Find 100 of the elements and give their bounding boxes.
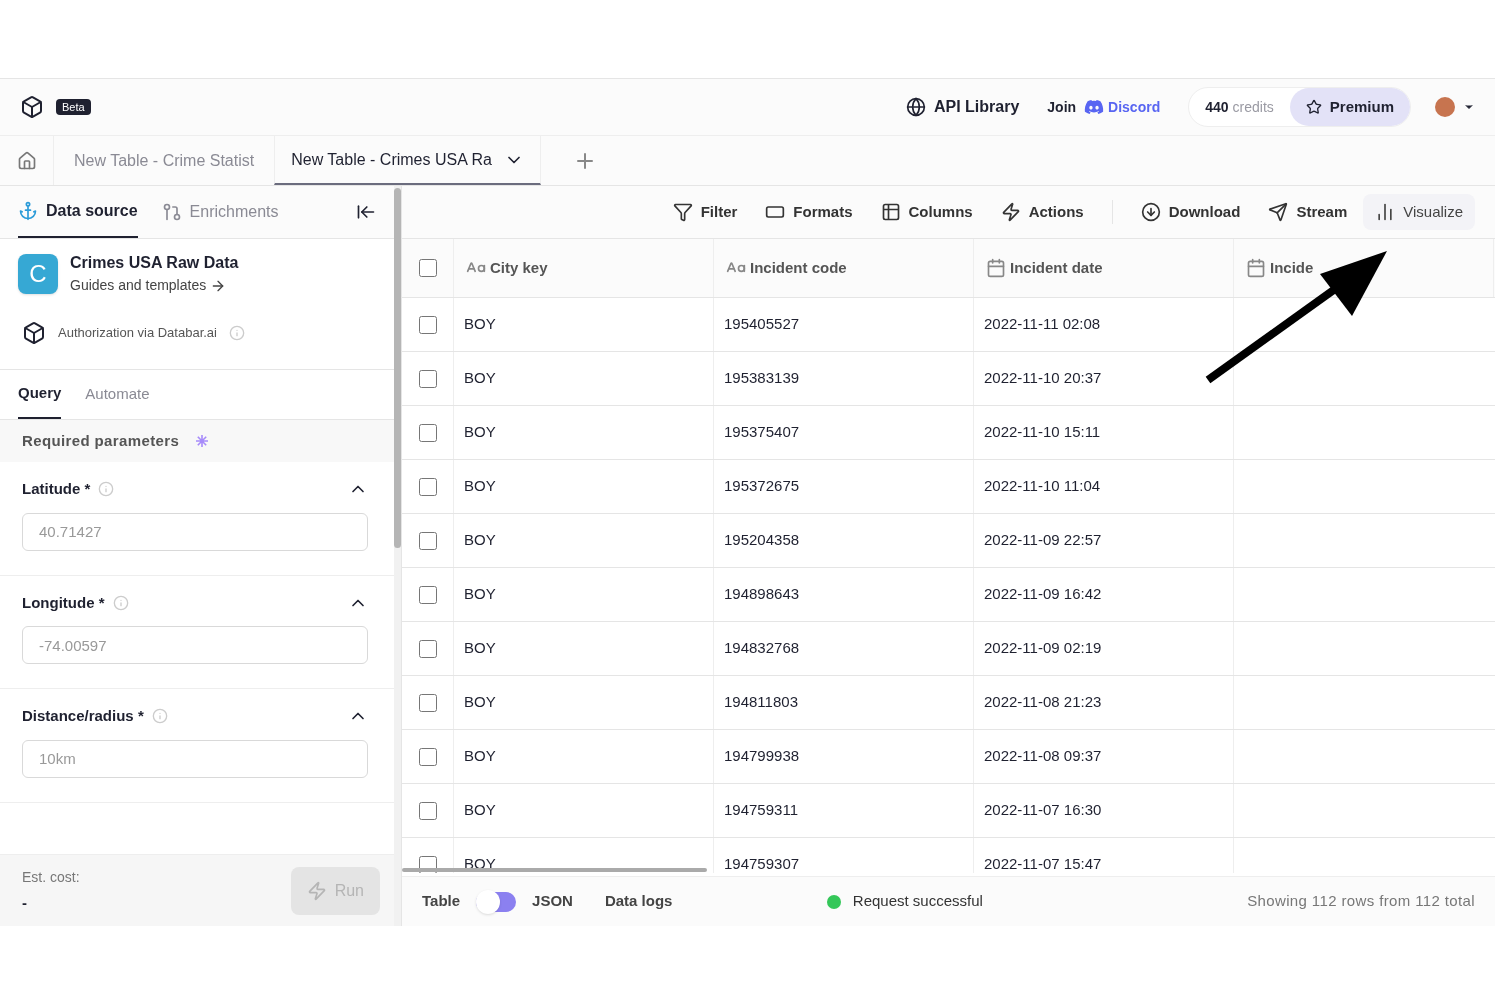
branch-icon	[161, 202, 182, 222]
data-logs-link[interactable]: Data logs	[604, 890, 673, 913]
table-cell: 194898643	[714, 568, 974, 621]
join-label: Join	[1047, 97, 1077, 117]
star-icon	[1305, 99, 1322, 115]
premium-button[interactable]: Premium	[1289, 88, 1410, 126]
asterisk-icon	[195, 434, 210, 448]
column-header[interactable]: City key	[454, 239, 714, 297]
table-cell: 2022-11-09 22:57	[974, 514, 1234, 567]
row-checkbox[interactable]	[418, 801, 437, 820]
column-header[interactable]: Incident date	[974, 239, 1234, 297]
panel-tab[interactable]: Data source	[18, 186, 138, 238]
toolbar-button[interactable]: Filter	[660, 194, 750, 230]
toolbar-button[interactable]: Actions	[988, 194, 1096, 230]
discord-icon	[1084, 97, 1105, 117]
row-checkbox[interactable]	[418, 693, 437, 712]
table-cell: 195405527	[714, 298, 974, 351]
send-icon	[1268, 202, 1289, 222]
columns-icon	[880, 202, 901, 222]
status-text: Request successful	[852, 891, 984, 912]
toolbar-button[interactable]: Visualize	[1363, 194, 1475, 230]
toolbar-button[interactable]: Columns	[868, 194, 985, 230]
calendar-icon	[1246, 258, 1266, 278]
table-cell: 2022-11-10 15:11	[974, 406, 1234, 459]
horizontal-scrollbar[interactable]	[402, 868, 707, 872]
guides-link[interactable]: Guides and templates	[70, 275, 239, 296]
query-tab[interactable]: Automate	[85, 370, 150, 419]
table-cell: BOY	[454, 784, 714, 837]
row-checkbox[interactable]	[418, 639, 437, 658]
table-cell: BOY	[454, 568, 714, 621]
table-cell: 195372675	[714, 460, 974, 513]
table-cell: 194799938	[714, 730, 974, 783]
table-cell: 2022-11-08 21:23	[974, 676, 1234, 729]
table-cell: BOY	[454, 622, 714, 675]
credits-label: credits	[1231, 97, 1275, 117]
row-checkbox[interactable]	[418, 477, 437, 496]
toolbar-button[interactable]: Formats	[753, 194, 865, 230]
table-cell: 2022-11-11 02:08	[974, 298, 1234, 351]
collapse-panel-icon[interactable]	[356, 202, 376, 222]
avatar[interactable]	[1435, 97, 1455, 117]
table-cell: BOY	[454, 514, 714, 567]
calendar-icon	[986, 258, 1006, 278]
table-cell: BOY	[454, 298, 714, 351]
toolbar-button[interactable]: Download	[1128, 194, 1253, 230]
table-cell: BOY	[454, 406, 714, 459]
table-cell: 2022-11-09 02:19	[974, 622, 1234, 675]
table-cell: 2022-11-10 20:37	[974, 352, 1234, 405]
logo-icon[interactable]	[20, 95, 44, 119]
select-all-checkbox[interactable]	[418, 259, 437, 277]
table-cell: 2022-11-08 09:37	[974, 730, 1234, 783]
anchor-icon	[18, 201, 38, 221]
json-view-label[interactable]: JSON	[532, 890, 573, 913]
row-checkbox[interactable]	[418, 747, 437, 766]
row-checkbox[interactable]	[418, 585, 437, 604]
api-library-link[interactable]: API Library	[905, 95, 1020, 119]
lightning-icon	[1000, 202, 1021, 222]
download-icon	[1140, 202, 1161, 222]
filter-icon	[672, 202, 693, 222]
est-cost-label: Est. cost:	[22, 867, 80, 887]
table-cell: BOY	[454, 352, 714, 405]
table-cell: 194811803	[714, 676, 974, 729]
row-count: Showing 112 rows from 112 total	[1247, 891, 1475, 912]
scrollbar-thumb[interactable]	[394, 188, 401, 548]
row-checkbox[interactable]	[418, 315, 437, 334]
table-cell: 2022-11-07 16:30	[974, 784, 1234, 837]
parameter-label: Longitude *	[22, 592, 105, 613]
globe-icon	[905, 97, 926, 117]
table-cell: 194832768	[714, 622, 974, 675]
row-checkbox[interactable]	[418, 855, 437, 873]
table-cell: 195204358	[714, 514, 974, 567]
table-cell: BOY	[454, 460, 714, 513]
table-cell: 2022-11-09 16:42	[974, 568, 1234, 621]
credits-count: 440	[1204, 97, 1229, 117]
lightning-icon	[306, 880, 327, 901]
parameter-field[interactable]: -74.00597	[22, 626, 368, 664]
toolbar-button[interactable]: Stream	[1256, 194, 1360, 230]
source-logo: C	[18, 253, 58, 294]
parameter-label: Latitude *	[22, 479, 91, 499]
table-cell: BOY	[454, 730, 714, 783]
row-checkbox[interactable]	[418, 369, 437, 388]
row-checkbox[interactable]	[418, 423, 437, 442]
row-checkbox[interactable]	[418, 531, 437, 550]
column-header[interactable]: Incident code	[714, 239, 974, 297]
table-cell: 194759311	[714, 784, 974, 837]
discord-link[interactable]: Discord	[1084, 96, 1161, 118]
table-view-label[interactable]: Table	[422, 890, 461, 913]
parameter-label: Distance/radius *	[22, 706, 144, 726]
home-icon[interactable]	[16, 150, 37, 171]
table-cell: 2022-11-10 11:04	[974, 460, 1234, 513]
table-cell: BOY	[454, 676, 714, 729]
table-cell: 195375407	[714, 406, 974, 459]
parameter-field[interactable]: 10km	[22, 739, 368, 778]
parameter-field[interactable]: 40.71427	[22, 512, 368, 551]
section-heading: Required parameters	[22, 430, 180, 451]
source-title: Crimes USA Raw Data	[70, 253, 239, 273]
authorization-text: Authorization via Databar.ai	[58, 323, 217, 342]
cube-icon	[22, 320, 46, 345]
view-toggle[interactable]	[476, 891, 517, 912]
est-cost-value: -	[22, 892, 28, 913]
table-cell: 195383139	[714, 352, 974, 405]
